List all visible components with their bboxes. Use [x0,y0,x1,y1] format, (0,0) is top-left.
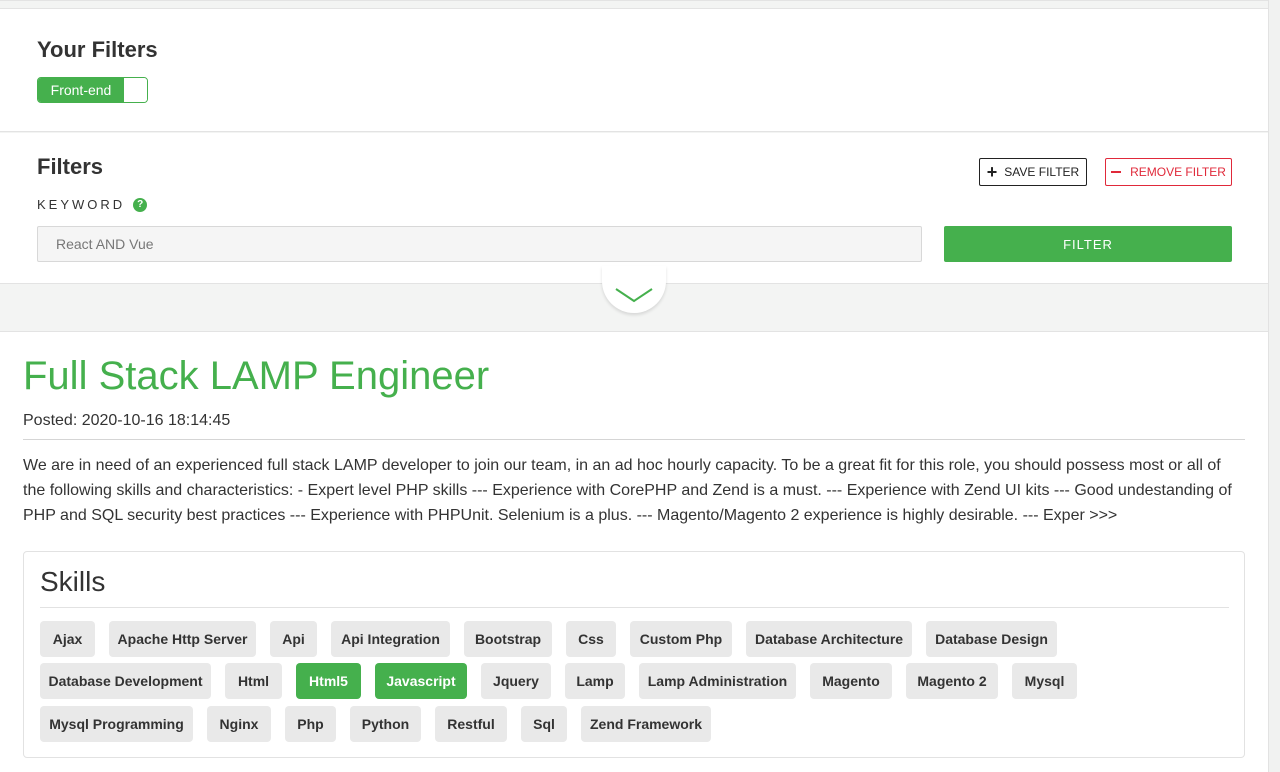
keyword-input[interactable] [37,226,922,262]
posted-date: Posted: 2020-10-16 18:14:45 [23,412,231,429]
plus-icon: + [986,162,998,182]
skill-chip[interactable]: Database Design [926,621,1057,657]
skill-chip[interactable]: Sql [521,706,567,742]
skill-chip[interactable]: Api [270,621,317,657]
minus-icon [1111,171,1122,173]
saved-filter-toggle[interactable]: Front-end [37,77,148,103]
skill-chip[interactable]: Custom Php [630,621,732,657]
filters-title: Filters [37,154,104,179]
top-divider [0,1,1268,9]
saved-filter-toggle-knob [124,78,147,102]
job-listing: Full Stack LAMP Engineer Posted: 2020-10… [0,331,1268,772]
skill-chip[interactable]: Restful [435,706,507,742]
skill-chip[interactable]: Mysql [1012,663,1077,699]
save-filter-label: SAVE FILTER [1004,165,1080,179]
skill-chip-active[interactable]: Html5 [296,663,361,699]
skill-chip[interactable]: Nginx [207,706,271,742]
chevron-down-icon [615,287,653,302]
your-filters-panel: Your Filters Front-end [0,0,1268,132]
skills-title: Skills [40,566,106,597]
skill-chip[interactable]: Jquery [481,663,551,699]
collapse-filters-toggle[interactable] [602,266,666,313]
job-divider [23,439,1245,440]
page-scrollbar[interactable] [1268,0,1280,772]
skill-chip[interactable]: Zend Framework [581,706,711,742]
filter-button[interactable]: FILTER [944,226,1232,262]
question-circle-icon[interactable]: ? [133,197,148,212]
save-filter-button[interactable]: + SAVE FILTER [979,158,1087,186]
skill-chip[interactable]: Apache Http Server [109,621,256,657]
skill-chip[interactable]: Database Architecture [746,621,912,657]
skill-chip[interactable]: Python [350,706,421,742]
skills-divider [40,607,1229,608]
skill-chip[interactable]: Lamp Administration [639,663,796,699]
saved-filter-label: Front-end [38,78,124,102]
filters-panel: Filters + SAVE FILTER REMOVE FILTER KEYW… [0,133,1268,284]
job-description: We are in need of an experienced full st… [23,457,1232,524]
job-title[interactable]: Full Stack LAMP Engineer [23,354,489,399]
skill-chip[interactable]: Html [225,663,282,699]
skill-chip[interactable]: Bootstrap [464,621,552,657]
skills-card: Skills Ajax Apache Http Server Api Api I… [23,551,1245,758]
remove-filter-button[interactable]: REMOVE FILTER [1105,158,1232,186]
skill-chip[interactable]: Php [285,706,336,742]
keyword-label-row: KEYWORD ? [37,197,148,212]
remove-filter-label: REMOVE FILTER [1130,165,1226,179]
skill-chip-active[interactable]: Javascript [375,663,467,699]
skill-chip[interactable]: Magento [810,663,892,699]
skill-chip[interactable]: Database Development [40,663,211,699]
skill-chip[interactable]: Magento 2 [906,663,998,699]
skill-chip[interactable]: Lamp [565,663,625,699]
skill-chip[interactable]: Ajax [40,621,95,657]
keyword-label: KEYWORD [37,197,126,212]
skill-chip[interactable]: Mysql Programming [40,706,193,742]
skill-chip[interactable]: Css [566,621,616,657]
skill-chip[interactable]: Api Integration [331,621,450,657]
your-filters-title: Your Filters [37,37,158,62]
